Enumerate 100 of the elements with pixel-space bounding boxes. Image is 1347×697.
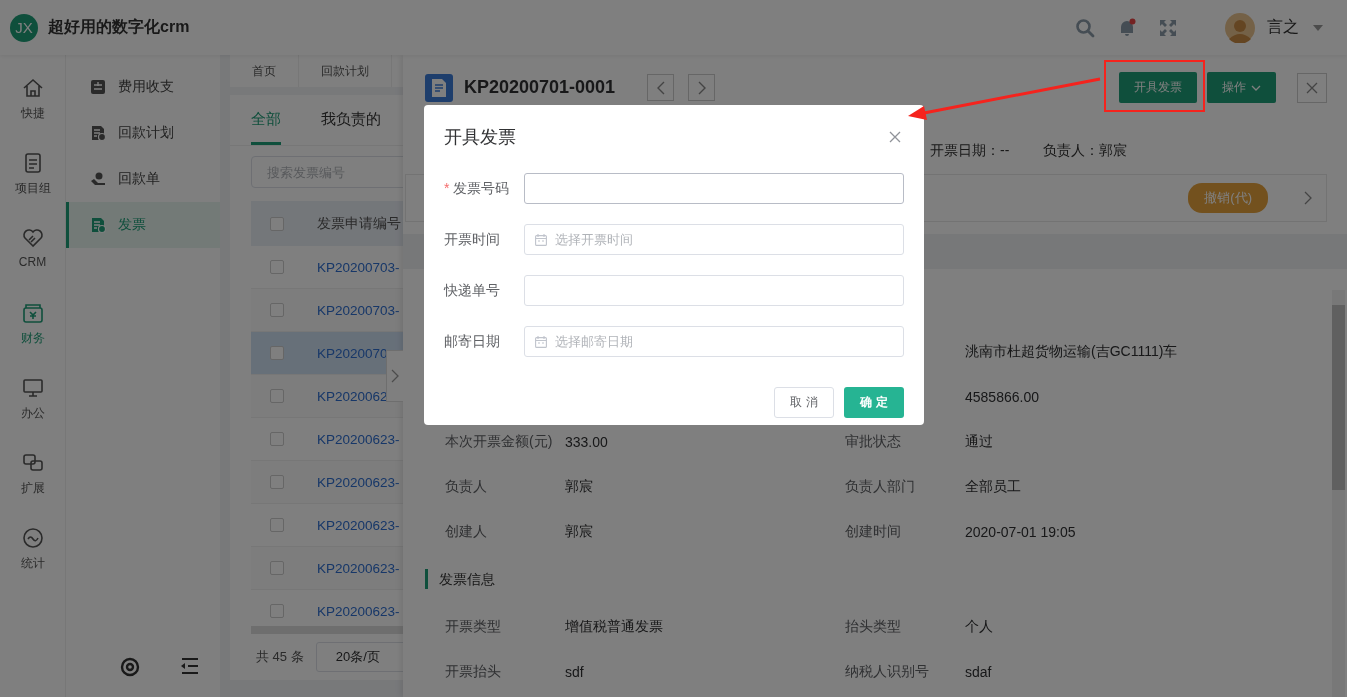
- hand-icon: [90, 171, 106, 187]
- row-checkbox[interactable]: [270, 432, 284, 446]
- input-field[interactable]: [524, 275, 904, 306]
- field-value: 郭宸: [565, 522, 593, 539]
- scrollbar[interactable]: [1332, 290, 1345, 697]
- document-icon: [425, 73, 453, 102]
- field-label: 创建人: [445, 522, 487, 539]
- calendar-icon: [535, 234, 547, 246]
- date-field[interactable]: 选择邮寄日期: [524, 326, 904, 357]
- field-value: 333.00: [565, 433, 608, 450]
- document-icon: [90, 125, 106, 141]
- column-header: 发票申请编号: [317, 214, 401, 233]
- field-label: 审批状态: [845, 432, 901, 449]
- chevron-left-icon: [656, 80, 665, 95]
- nav-rail-item[interactable]: 快捷: [0, 77, 65, 152]
- field-label: * 发票号码: [444, 179, 511, 198]
- issue-invoice-button[interactable]: 开具发票: [1119, 72, 1197, 103]
- dialog-title: 开具发票: [444, 126, 516, 149]
- revoke-button[interactable]: 撤销(代): [1188, 183, 1268, 213]
- nav-rail-item[interactable]: 扩展: [0, 452, 65, 527]
- caret-icon[interactable]: [1313, 24, 1323, 31]
- field-value: 郭宸: [565, 477, 593, 494]
- document-icon: [90, 217, 106, 233]
- page-tag[interactable]: 回款计划: [299, 55, 392, 87]
- field-value: 全部员工: [965, 477, 1021, 494]
- row-checkbox[interactable]: [270, 260, 284, 274]
- logo-badge: JX: [10, 13, 38, 42]
- actions-button[interactable]: 操作: [1207, 72, 1276, 103]
- field-label: 开票时间: [444, 230, 501, 249]
- confirm-button[interactable]: 确 定: [844, 387, 904, 418]
- nav-rail-item[interactable]: CRM: [0, 227, 65, 302]
- chart-icon: [21, 527, 44, 549]
- list-tab[interactable]: 我负责的: [321, 95, 381, 145]
- invoice-number-link[interactable]: KP20200623-: [317, 431, 400, 447]
- submenu-item[interactable]: 回款计划: [66, 110, 220, 156]
- input-field[interactable]: [524, 173, 904, 204]
- field-label: 纳税人识别号: [845, 662, 929, 679]
- field-label: 邮寄日期: [444, 332, 501, 351]
- row-checkbox[interactable]: [270, 518, 284, 532]
- squares-icon: [21, 452, 44, 474]
- field-label: 抬头类型: [845, 617, 901, 634]
- chevron-right-icon[interactable]: [1304, 191, 1312, 205]
- invoice-number-link[interactable]: KP2020062: [317, 388, 388, 404]
- field-label: 开票类型: [445, 617, 501, 634]
- page-tag[interactable]: 首页: [230, 55, 299, 87]
- row-checkbox[interactable]: [270, 561, 284, 575]
- avatar-icon[interactable]: [1225, 12, 1255, 43]
- field-value: sdaf: [965, 663, 992, 680]
- total-count: 共 45 条: [256, 648, 304, 666]
- row-checkbox[interactable]: [270, 604, 284, 618]
- nav-rail-item[interactable]: 财务: [0, 302, 65, 377]
- meta-text: 负责人：郭宸: [1043, 142, 1128, 160]
- home-icon: [21, 77, 44, 99]
- wallet-icon: [21, 302, 44, 324]
- field-value: 4585866.00: [965, 388, 1039, 405]
- close-icon: [1306, 81, 1318, 94]
- heart-icon: [21, 227, 44, 249]
- drawer-title: KP20200701-0001: [464, 77, 616, 98]
- field-label: 本次开票金额(元): [445, 432, 553, 449]
- field-label: 创建时间: [845, 522, 901, 539]
- row-checkbox[interactable]: [270, 389, 284, 403]
- chevron-down-icon: [1251, 84, 1261, 91]
- field-value: 个人: [965, 617, 993, 634]
- invoice-number-link[interactable]: KP20200703-: [317, 259, 400, 275]
- invoice-number-link[interactable]: KP20200703-: [317, 302, 400, 318]
- row-checkbox[interactable]: [270, 475, 284, 489]
- row-checkbox[interactable]: [270, 303, 284, 317]
- collapse-menu-icon[interactable]: [180, 657, 200, 675]
- field-label: 快递单号: [444, 281, 501, 300]
- fullscreen-icon[interactable]: [1159, 18, 1177, 37]
- meta-text: 开票日期：--: [930, 142, 1010, 160]
- invoice-number-link[interactable]: KP20200623-: [317, 474, 400, 490]
- next-button[interactable]: [688, 74, 716, 101]
- invoice-number-link[interactable]: KP2020070: [317, 345, 388, 361]
- app-title: 超好用的数字化crm: [48, 17, 190, 37]
- close-icon[interactable]: [889, 131, 901, 143]
- header-checkbox[interactable]: [270, 216, 284, 231]
- cancel-button[interactable]: 取 消: [774, 387, 834, 418]
- date-field[interactable]: 选择开票时间: [524, 224, 904, 255]
- row-checkbox[interactable]: [270, 346, 284, 360]
- search-icon[interactable]: [1075, 17, 1095, 38]
- field-value: 通过: [965, 432, 993, 449]
- invoice-number-link[interactable]: KP20200623-: [317, 517, 400, 533]
- nav-rail-item[interactable]: 项目组: [0, 152, 65, 227]
- invoice-number-link[interactable]: KP20200623-: [317, 603, 400, 619]
- invoice-number-link[interactable]: KP20200623-: [317, 560, 400, 576]
- field-label: 负责人: [445, 477, 487, 494]
- submenu-item[interactable]: 费用收支: [66, 64, 220, 110]
- close-button[interactable]: [1297, 72, 1327, 103]
- monitor-icon: [21, 377, 44, 399]
- list-tab[interactable]: 全部: [251, 95, 281, 145]
- previous-button[interactable]: [647, 74, 675, 101]
- user-name[interactable]: 言之: [1267, 17, 1299, 38]
- target-icon[interactable]: [120, 657, 140, 677]
- nav-rail-item[interactable]: 统计: [0, 527, 65, 602]
- ledger-icon: [90, 79, 106, 95]
- submenu-item[interactable]: 回款单: [66, 156, 220, 202]
- submenu-item[interactable]: 发票: [66, 202, 220, 248]
- nav-rail-item[interactable]: 办公: [0, 377, 65, 452]
- expand-handle[interactable]: [386, 350, 403, 402]
